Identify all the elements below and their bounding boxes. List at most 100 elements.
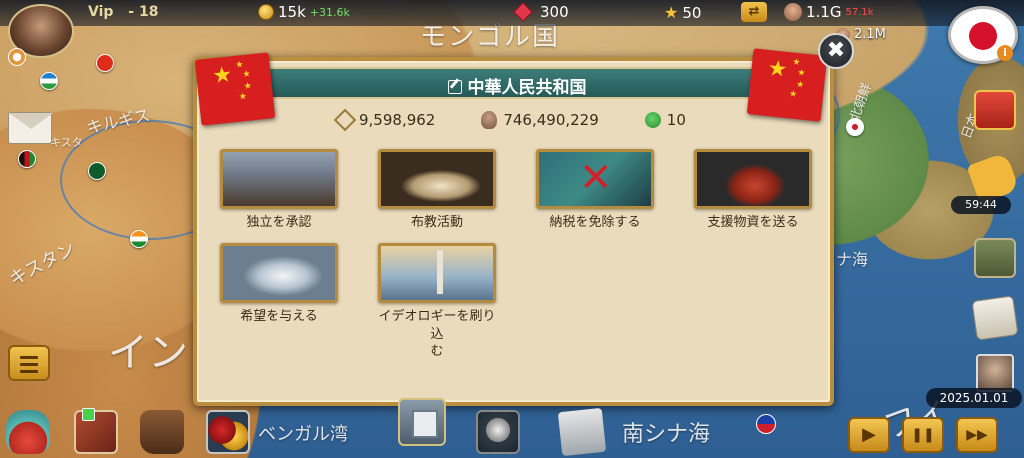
- china-flag-right: ★ ★ ★ ★ ★: [746, 48, 828, 122]
- afghanistan-flag-marker[interactable]: [18, 150, 36, 168]
- happiness-value: 10: [666, 111, 686, 129]
- government-building-button[interactable]: [398, 398, 446, 446]
- stars-stat[interactable]: ★ 50: [664, 3, 701, 22]
- research-flask-icon[interactable]: [6, 410, 50, 454]
- uzbekistan-flag-marker[interactable]: [40, 72, 58, 90]
- action-give-hope[interactable]: 希望を与える: [217, 243, 341, 326]
- open-book-image: [378, 149, 496, 209]
- hamburger-line: [20, 370, 38, 373]
- country-stats: 9,598,962 746,490,229 10: [333, 108, 686, 132]
- star-icon: ★: [664, 3, 679, 22]
- star-icon: ★: [243, 81, 253, 93]
- pakistan-flag-marker[interactable]: [88, 162, 106, 180]
- newspaper-icon[interactable]: [971, 295, 1019, 341]
- star-icon: ★: [788, 89, 798, 101]
- money-gain: +31.6k: [309, 5, 350, 19]
- player-country-flag-button[interactable]: i: [948, 6, 1018, 64]
- mail-icon[interactable]: [8, 112, 53, 144]
- tv-ad-icon[interactable]: [974, 238, 1016, 278]
- edit-icon[interactable]: [447, 80, 462, 94]
- close-button[interactable]: ✖: [818, 33, 854, 69]
- advisor-portrait[interactable]: [976, 354, 1014, 392]
- vip-level-value: - 18: [128, 4, 159, 20]
- dialog-title: 中華人民共和国: [257, 73, 777, 98]
- star-icon: ★: [766, 55, 789, 83]
- population-stat-dialog: 746,490,229: [481, 111, 599, 129]
- stars-value: 50: [682, 3, 702, 22]
- obelisk-shape: [437, 250, 443, 294]
- dove-image: [220, 243, 338, 303]
- dialog-header: 中華人民共和国: [257, 67, 777, 99]
- military-boot-icon[interactable]: [140, 410, 184, 454]
- area-icon: [333, 108, 357, 132]
- action-instill-ideology[interactable]: イデオロギーを刷り込 む: [375, 243, 499, 361]
- map-label-india: イン: [108, 330, 188, 376]
- fast-forward-button[interactable]: ▶▶: [956, 417, 998, 453]
- action-label: イデオロギーを刷り込 む: [378, 309, 496, 360]
- soldier-helmet-icon[interactable]: [476, 410, 520, 454]
- notification-badge: [82, 408, 95, 421]
- south-korea-flag-marker[interactable]: [846, 118, 864, 136]
- action-label: 独立を承認: [246, 215, 312, 230]
- action-tax-exemption[interactable]: ✕ 納税を免除する: [533, 149, 657, 232]
- area-value: 9,598,962: [359, 111, 436, 129]
- calculator-cross-image: ✕: [536, 149, 654, 209]
- money-value: 15k: [278, 3, 306, 21]
- japan-flag-icon: [969, 22, 997, 50]
- philippines-flag-marker[interactable]: [756, 414, 776, 434]
- vip-label: Vip: [88, 4, 114, 20]
- population-value: 1.1G: [806, 3, 842, 21]
- exchange-button[interactable]: ⇄: [741, 2, 767, 22]
- action-recognize-independence[interactable]: 独立を承認: [217, 149, 341, 232]
- action-label: 支援物資を送る: [707, 215, 799, 230]
- map-label-korea: 北朝鮮: [847, 81, 876, 124]
- info-icon[interactable]: i: [997, 45, 1013, 61]
- gift-box-image: [694, 149, 812, 209]
- monument-image: [378, 243, 496, 303]
- area-stat: 9,598,962: [333, 108, 436, 132]
- action-send-aid[interactable]: 支援物資を送る: [691, 149, 815, 232]
- map-label-turkmen: キスタン: [5, 238, 79, 291]
- hamburger-menu-icon: [20, 356, 38, 359]
- documents-icon[interactable]: [557, 407, 607, 457]
- hamburger-line: [20, 363, 38, 366]
- shop-gem-coin-icon[interactable]: [206, 410, 250, 454]
- india-flag-marker[interactable]: [130, 230, 148, 248]
- population-icon: [481, 111, 498, 129]
- gems-value: 300: [540, 3, 569, 21]
- money-stat[interactable]: 15k +31.6k: [258, 3, 350, 21]
- star-icon: ★: [791, 57, 801, 69]
- sale-timer: 59:44: [951, 196, 1011, 214]
- secondary-population-value: 2.1M: [854, 27, 886, 42]
- population-stat[interactable]: 1.1G 57.1k: [784, 3, 874, 21]
- city-crowd-image: [220, 149, 338, 209]
- population-value-dialog: 746,490,229: [503, 111, 599, 129]
- book-icon[interactable]: [74, 410, 118, 454]
- action-label: 希望を与える: [240, 309, 318, 324]
- map-label-bengal-bay: ベンガル湾: [258, 424, 348, 445]
- population-change: 57.1k: [845, 6, 874, 18]
- star-icon: ★: [211, 62, 234, 90]
- map-label-south-china-sea: 南シナ海: [622, 422, 711, 447]
- country-name: 中華人民共和国: [467, 78, 587, 98]
- play-button[interactable]: ▶: [848, 417, 890, 453]
- china-flag-left: ★ ★ ★ ★ ★: [194, 52, 276, 126]
- population-icon: [784, 3, 802, 21]
- close-icon: ✖: [826, 38, 846, 63]
- map-label-kazakh: キスタ: [50, 136, 83, 149]
- menu-button[interactable]: [8, 345, 50, 381]
- cross-icon: ✕: [579, 155, 613, 201]
- kyrgyzstan-flag-marker[interactable]: [96, 54, 114, 72]
- pause-button[interactable]: ❚❚: [902, 417, 944, 453]
- game-date: 2025.01.01: [926, 388, 1022, 408]
- action-missionary[interactable]: 布教活動: [375, 149, 499, 232]
- gift-icon[interactable]: [974, 90, 1016, 130]
- star-icon: ★: [238, 91, 248, 103]
- map-label-sea-right: ナ海: [836, 250, 869, 269]
- profile-icon[interactable]: ●: [8, 48, 26, 66]
- action-label: 納税を免除する: [549, 215, 641, 230]
- vip-level[interactable]: Vip - 18: [88, 4, 158, 20]
- coin-icon: [258, 4, 274, 20]
- country-action-dialog: 中華人民共和国 9,598,962 746,490,229 10 独立を承認 布…: [193, 57, 834, 406]
- gems-stat[interactable]: 300: [513, 2, 569, 22]
